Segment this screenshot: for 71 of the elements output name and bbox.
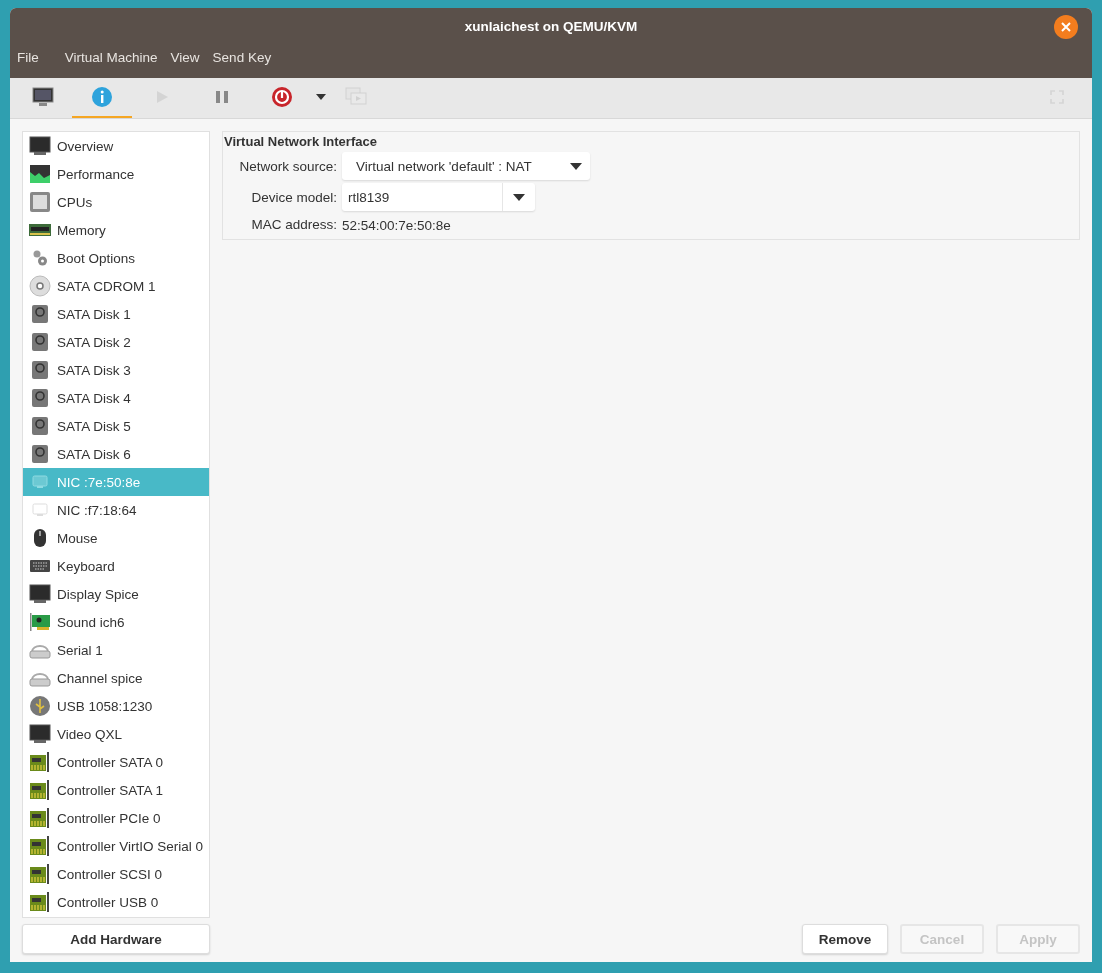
sidebar-item[interactable]: NIC :f7:18:64 <box>23 496 209 524</box>
device-model-combobox[interactable]: rtl8139 <box>342 183 535 211</box>
usb-icon <box>29 695 51 717</box>
close-icon <box>1061 22 1071 32</box>
sidebar-item[interactable]: SATA Disk 2 <box>23 328 209 356</box>
sidebar-item[interactable]: Serial 1 <box>23 636 209 664</box>
sidebar-item[interactable]: CPUs <box>23 188 209 216</box>
network-card-icon <box>32 503 48 517</box>
caret-icon <box>570 162 582 170</box>
expansion-card-icon <box>29 863 51 885</box>
network-card-icon <box>32 475 48 489</box>
dialog-button[interactable]: Remove <box>802 924 888 954</box>
power-icon <box>271 86 293 108</box>
sidebar-item[interactable]: Controller SCSI 0 <box>23 860 209 888</box>
monitor-icon <box>29 136 51 156</box>
memory-module-icon <box>29 223 51 237</box>
add-hardware-button[interactable]: Add Hardware <box>22 924 210 954</box>
caret-icon <box>513 193 525 201</box>
sidebar-item[interactable]: Channel spice <box>23 664 209 692</box>
expansion-card-icon <box>29 891 51 913</box>
sidebar-item[interactable]: Display Spice <box>23 580 209 608</box>
sidebar-item[interactable]: USB 1058:1230 <box>23 692 209 720</box>
sidebar-item[interactable]: SATA CDROM 1 <box>23 272 209 300</box>
menu-item[interactable]: File <box>10 50 58 65</box>
menu-item[interactable]: Send Key <box>205 50 278 65</box>
mac-address-value: 52:54:00:7e:50:8e <box>342 217 452 235</box>
sidebar-item[interactable]: Controller VirtIO Serial 0 <box>23 832 209 860</box>
mouse-icon <box>33 528 47 548</box>
sidebar-item[interactable]: Controller SATA 1 <box>23 776 209 804</box>
menu-item[interactable]: View <box>163 50 206 65</box>
field-label: Network source: <box>238 158 337 174</box>
sidebar-item[interactable]: SATA Disk 5 <box>23 412 209 440</box>
section-title: Virtual Network Interface <box>223 134 378 149</box>
gears-icon <box>32 249 48 267</box>
field-label: Device model: <box>250 189 337 205</box>
caret-icon <box>316 94 326 100</box>
chip-icon <box>29 191 51 213</box>
sidebar-item[interactable]: Keyboard <box>23 552 209 580</box>
disc-icon <box>29 275 51 297</box>
sidebar-item[interactable]: Sound ich6 <box>23 608 209 636</box>
sidebar-item[interactable]: Video QXL <box>23 720 209 748</box>
sidebar-item[interactable]: Controller USB 0 <box>23 888 209 916</box>
sidebar-item[interactable]: SATA Disk 3 <box>23 356 209 384</box>
network-source-dropdown[interactable]: Virtual network 'default' : NAT <box>342 152 590 180</box>
field-label: MAC address: <box>250 217 337 232</box>
screens-icon <box>345 87 367 107</box>
menu-item[interactable]: Virtual Machine <box>57 50 164 65</box>
chart-icon <box>29 164 51 184</box>
sidebar-item[interactable]: SATA Disk 1 <box>23 300 209 328</box>
sidebar-item[interactable]: SATA Disk 6 <box>23 440 209 468</box>
expansion-card-icon <box>29 751 51 773</box>
window-title: xunlaichest on QEMU/KVM <box>464 18 638 34</box>
info-icon <box>91 86 113 108</box>
monitor-icon <box>29 584 51 604</box>
keyboard-icon <box>29 559 51 573</box>
expansion-card-icon <box>29 807 51 829</box>
expansion-card-icon <box>29 835 51 857</box>
close-button[interactable] <box>1054 15 1078 39</box>
sidebar-item[interactable]: Controller PCIe 0 <box>23 804 209 832</box>
pause-icon <box>215 90 229 104</box>
monitor-icon <box>29 724 51 744</box>
sidebar-item[interactable]: Mouse <box>23 524 209 552</box>
sidebar-item[interactable]: Controller SATA 0 <box>23 748 209 776</box>
sidebar-item[interactable]: Performance <box>23 160 209 188</box>
sidebar-item[interactable]: Boot Options <box>23 244 209 272</box>
sidebar-item[interactable]: Overview <box>23 132 209 160</box>
sound-card-icon <box>29 612 51 632</box>
expansion-card-icon <box>29 779 51 801</box>
sidebar-item[interactable]: Memory <box>23 216 209 244</box>
sidebar-item[interactable]: SATA Disk 4 <box>23 384 209 412</box>
monitor-icon <box>32 87 54 107</box>
